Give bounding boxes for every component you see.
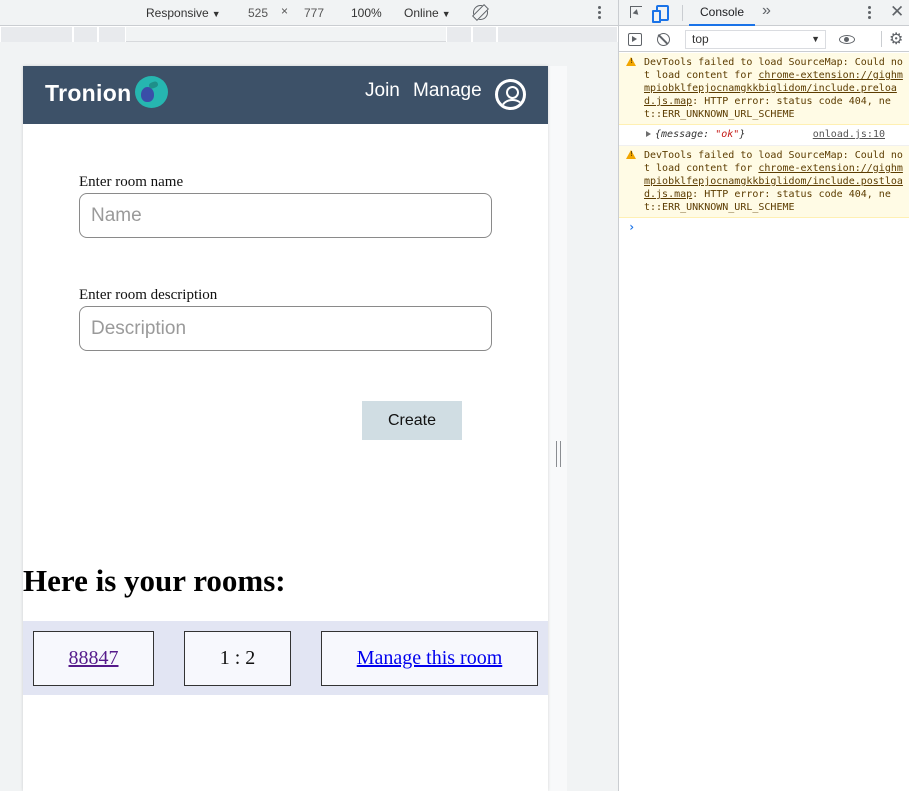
show-sidebar-icon[interactable]: [628, 33, 642, 46]
log-source-link[interactable]: onload.js:10: [813, 128, 885, 141]
devtools-panel: Console » ✕ top ▼ ⚙ DevTools failed to l…: [618, 0, 909, 791]
device-toolbar: Responsive ▼ 525 × 777 100% Online ▼: [0, 0, 618, 26]
ruler-segment[interactable]: [472, 27, 497, 42]
network-label: Online: [404, 6, 439, 20]
ruler-segment[interactable]: [497, 27, 618, 42]
device-preset-label: Responsive: [146, 6, 209, 20]
viewport-width-input[interactable]: 525: [240, 4, 276, 22]
account-icon[interactable]: [495, 79, 526, 110]
ruler-segment[interactable]: [98, 27, 126, 42]
divider: [881, 31, 882, 47]
manage-room-link[interactable]: Manage this room: [357, 647, 503, 670]
chevron-down-icon: ▼: [441, 9, 451, 19]
room-ratio-cell: 1 : 2: [184, 631, 291, 686]
more-options-icon[interactable]: [597, 5, 601, 21]
emulated-page: Tronion Join Manage Enter room name Ente…: [23, 66, 548, 791]
room-description-label: Enter room description: [79, 287, 218, 303]
warning-icon: [626, 57, 636, 66]
resize-handle[interactable]: [556, 441, 561, 467]
network-throttle-select[interactable]: Online ▼: [404, 5, 451, 21]
create-button[interactable]: Create: [362, 401, 462, 440]
chevron-down-icon: ▼: [211, 9, 221, 19]
console-toolbar: top ▼ ⚙: [619, 27, 909, 52]
nav-join-link[interactable]: Join: [365, 80, 400, 102]
console-log-entry[interactable]: {message: "ok"} onload.js:10: [619, 125, 909, 146]
room-description-input[interactable]: [79, 306, 492, 351]
app-navbar: Tronion Join Manage: [23, 66, 548, 124]
media-query-ruler: [0, 27, 618, 42]
brand-name[interactable]: Tronion: [45, 80, 131, 107]
warning-text: DevTools failed to load SourceMap: Could…: [644, 56, 904, 121]
device-toggle-icon[interactable]: [652, 5, 669, 23]
context-select[interactable]: top ▼: [685, 30, 826, 49]
warning-icon: [626, 150, 636, 159]
console-warning: DevTools failed to load SourceMap: Could…: [619, 146, 909, 218]
divider: [682, 5, 683, 21]
ruler-segment[interactable]: [0, 27, 73, 42]
console-messages: DevTools failed to load SourceMap: Could…: [619, 53, 909, 236]
chevron-down-icon: ▼: [811, 34, 820, 44]
log-value: "ok": [715, 129, 740, 140]
room-id-link[interactable]: 88847: [69, 647, 119, 670]
expand-triangle-icon[interactable]: [646, 131, 651, 137]
live-expression-icon[interactable]: [839, 35, 855, 44]
device-preset-select[interactable]: Responsive ▼: [146, 5, 221, 21]
dimension-separator: ×: [281, 4, 289, 18]
brand-logo-icon: [135, 76, 168, 108]
gear-icon[interactable]: ⚙: [889, 32, 903, 48]
more-tabs-icon[interactable]: »: [762, 2, 771, 20]
console-prompt-icon[interactable]: ›: [619, 218, 909, 236]
rooms-heading: Here is your rooms:: [23, 563, 286, 598]
room-name-input[interactable]: [79, 193, 492, 238]
tab-console[interactable]: Console: [689, 0, 755, 26]
console-warning: DevTools failed to load SourceMap: Could…: [619, 53, 909, 125]
room-name-label: Enter room name: [79, 174, 184, 190]
viewport-height-input[interactable]: 777: [296, 4, 332, 22]
devtools-menu-icon[interactable]: [867, 5, 871, 21]
rotate-icon[interactable]: [473, 5, 488, 20]
room-ratio: 1 : 2: [219, 647, 256, 669]
ruler-segment[interactable]: [73, 27, 98, 42]
warning-text: DevTools failed to load SourceMap: Could…: [644, 149, 904, 214]
devtools-tabbar: Console » ✕: [619, 0, 909, 26]
log-key: message:: [661, 129, 716, 140]
inspect-element-icon[interactable]: [630, 6, 642, 18]
room-id-cell: 88847: [33, 631, 154, 686]
nav-manage-link[interactable]: Manage: [413, 80, 482, 102]
zoom-label: 100%: [351, 6, 382, 20]
context-label: top: [692, 32, 709, 46]
viewport-gutter: [548, 66, 567, 791]
zoom-select[interactable]: 100%: [351, 5, 382, 21]
table-row: 88847 1 : 2 Manage this room: [23, 621, 548, 695]
close-icon[interactable]: ✕: [890, 2, 904, 22]
clear-console-icon[interactable]: [657, 33, 670, 46]
log-close-brace: }: [739, 129, 746, 140]
ruler-segment[interactable]: [446, 27, 472, 42]
room-manage-cell: Manage this room: [321, 631, 538, 686]
